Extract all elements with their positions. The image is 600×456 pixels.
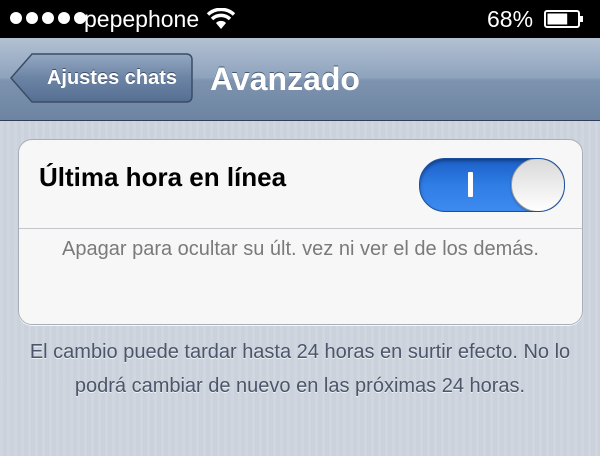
toggle-on-icon	[468, 172, 473, 197]
last-seen-toggle[interactable]	[419, 158, 565, 212]
wifi-icon	[206, 7, 236, 35]
navigation-bar: Ajustes chats Avanzado	[0, 38, 600, 121]
page-title: Avanzado	[210, 61, 360, 97]
last-seen-label: Última hora en línea	[39, 162, 287, 192]
divider	[19, 228, 582, 229]
battery-percentage: 68%	[487, 6, 534, 32]
carrier-name: pepephone	[84, 6, 200, 32]
toggle-knob[interactable]	[511, 159, 564, 211]
battery-icon	[544, 10, 584, 28]
last-seen-footnote: Apagar para ocultar su últ. vez ni ver e…	[62, 238, 539, 260]
settings-content: Última hora en línea Apagar para ocultar…	[0, 121, 600, 456]
back-button[interactable]: Ajustes chats	[10, 52, 194, 104]
back-button-label: Ajustes chats	[46, 67, 178, 89]
signal-strength-icon	[10, 12, 86, 24]
settings-group: Última hora en línea Apagar para ocultar…	[18, 139, 583, 325]
info-text: El cambio puede tardar hasta 24 horas en…	[29, 341, 571, 397]
status-bar: pepephone 68%	[0, 0, 600, 38]
